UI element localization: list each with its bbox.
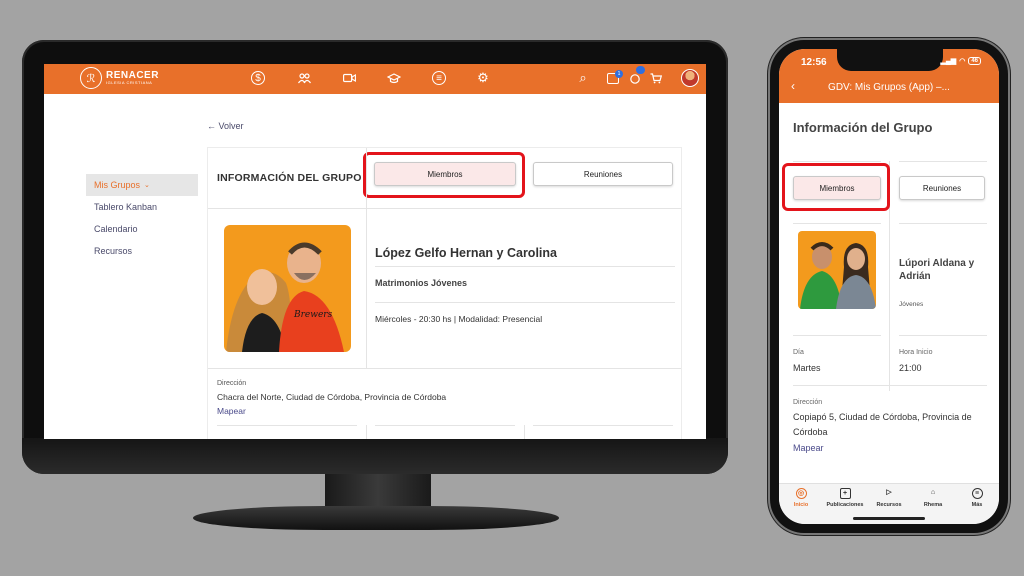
phone-screen: 12:56 ▂▄▆ ◠ 46 ‹ GDV: Mis Grupos (App) –…	[779, 49, 999, 524]
renacer-logo-icon: ℛ	[80, 67, 102, 89]
start-time-label: Hora Inicio	[899, 349, 933, 356]
group-info-card: INFORMACIÓN DEL GRUPO Miembros Reuniones…	[207, 147, 682, 439]
address-label: Dirección	[793, 399, 823, 406]
map-link[interactable]: Mapear	[793, 443, 824, 453]
top-navbar: ℛ RENACER IGLESIA CRISTIANA $ ≡ ⚙ ⌕ 1	[44, 64, 706, 94]
tab-reuniones[interactable]: Reuniones	[533, 162, 673, 186]
notifications-icon[interactable]: 1	[607, 70, 623, 84]
divider	[217, 425, 357, 426]
group-type: Jóvenes	[899, 301, 924, 308]
video-icon[interactable]	[342, 71, 356, 85]
status-time: 12:56	[801, 57, 827, 68]
coin-icon[interactable]: $	[251, 71, 265, 85]
monitor-chin	[22, 438, 728, 474]
back-link[interactable]: ← Volver	[207, 121, 244, 131]
tab-publicaciones[interactable]: + Publicaciones	[823, 488, 867, 508]
chat-icon[interactable]	[628, 66, 645, 85]
notification-badge: 1	[615, 70, 623, 78]
tab-miembros[interactable]: Miembros	[374, 162, 516, 186]
svg-text:Brewers: Brewers	[293, 310, 333, 320]
divider	[375, 425, 515, 426]
tab-recursos[interactable]: ▷ Recursos	[867, 488, 911, 508]
address-value: Chacra del Norte, Ciudad de Córdoba, Pro…	[217, 392, 447, 402]
sidebar-item-mis-grupos[interactable]: Mis Grupos ⌄	[86, 174, 198, 196]
graduation-cap-icon[interactable]	[387, 71, 401, 85]
divider	[208, 368, 681, 369]
group-info-title: INFORMACIÓN DEL GRUPO	[217, 172, 362, 184]
sidebar-item-tablero-kanban[interactable]: Tablero Kanban	[86, 196, 198, 218]
tab-inicio[interactable]: ◎ Inicio	[779, 488, 823, 508]
divider	[793, 385, 987, 386]
battery-icon: 46	[968, 57, 981, 65]
app-header: ‹ GDV: Mis Grupos (App) –...	[779, 73, 999, 103]
section-title: Información del Grupo	[793, 120, 933, 135]
group-type: Matrimonios Jóvenes	[375, 278, 468, 288]
divider	[793, 335, 881, 336]
publications-icon: +	[839, 488, 851, 499]
divider	[899, 161, 987, 162]
tab-reuniones[interactable]: Reuniones	[899, 176, 985, 200]
sidebar-item-recursos[interactable]: Recursos	[86, 240, 198, 262]
divider	[375, 266, 675, 267]
divider	[366, 208, 367, 368]
gear-icon[interactable]: ⚙	[476, 70, 490, 85]
header-title: GDV: Mis Grupos (App) –...	[828, 82, 950, 93]
divider	[366, 148, 367, 208]
divider	[899, 335, 987, 336]
graduation-cap-icon: ⌂	[930, 489, 936, 496]
monitor-stand-base	[193, 506, 559, 530]
people-icon[interactable]	[297, 71, 311, 85]
list-icon[interactable]: ≡	[432, 71, 446, 85]
status-indicators: ▂▄▆ ◠ 46	[940, 57, 981, 65]
sidebar-item-calendario[interactable]: Calendario	[86, 218, 198, 240]
monitor-stand-neck	[325, 474, 431, 508]
start-time-value: 21:00	[899, 363, 922, 373]
sidebar: Mis Grupos ⌄ Tablero Kanban Calendario R…	[86, 174, 198, 262]
day-label: Día	[793, 349, 804, 356]
tab-rhema[interactable]: ⌂ Rhema	[911, 488, 955, 508]
address-value: Copiapó 5, Ciudad de Córdoba, Provincia …	[793, 412, 972, 437]
leader-name: Lúpori Aldana y Adrián	[899, 258, 975, 282]
leader-name: López Gelfo Hernan y Carolina	[375, 246, 557, 260]
search-icon[interactable]: ⌕	[576, 70, 590, 85]
desktop-screen: ℛ RENACER IGLESIA CRISTIANA $ ≡ ⚙ ⌕ 1 Mi…	[44, 64, 706, 439]
menu-icon: ≡	[971, 488, 983, 499]
cart-icon[interactable]	[649, 71, 663, 85]
tab-mas[interactable]: ≡ Más	[955, 488, 999, 508]
day-value: Martes	[793, 363, 821, 373]
leader-photo: Brewers	[224, 225, 351, 352]
group-schedule: Miércoles - 20:30 hs | Modalidad: Presen…	[375, 314, 543, 324]
divider	[375, 302, 675, 303]
chat-badge	[636, 66, 645, 74]
mobile-phone: 12:56 ▂▄▆ ◠ 46 ‹ GDV: Mis Grupos (App) –…	[770, 40, 1008, 533]
phone-notch	[837, 49, 943, 71]
map-link[interactable]: Mapear	[217, 406, 246, 416]
divider	[366, 425, 367, 439]
user-avatar[interactable]	[681, 69, 699, 87]
address-label: Dirección	[217, 380, 247, 387]
divider	[208, 208, 681, 209]
brand-subtitle: IGLESIA CRISTIANA	[106, 80, 153, 85]
status-bar: 12:56 ▂▄▆ ◠ 46	[779, 49, 999, 73]
signal-icon: ▂▄▆	[940, 58, 957, 65]
divider	[899, 223, 987, 224]
home-indicator	[853, 517, 925, 520]
home-icon: ◎	[795, 488, 807, 499]
tab-miembros[interactable]: Miembros	[793, 176, 881, 200]
divider	[793, 223, 881, 224]
divider	[533, 425, 673, 426]
chevron-down-icon: ⌄	[144, 182, 150, 189]
play-icon: ▷	[886, 489, 892, 496]
divider	[524, 425, 525, 439]
brand-logo[interactable]: ℛ RENACER IGLESIA CRISTIANA	[80, 67, 159, 89]
leader-photo	[798, 231, 876, 309]
wifi-icon: ◠	[959, 58, 966, 65]
divider	[793, 161, 881, 162]
